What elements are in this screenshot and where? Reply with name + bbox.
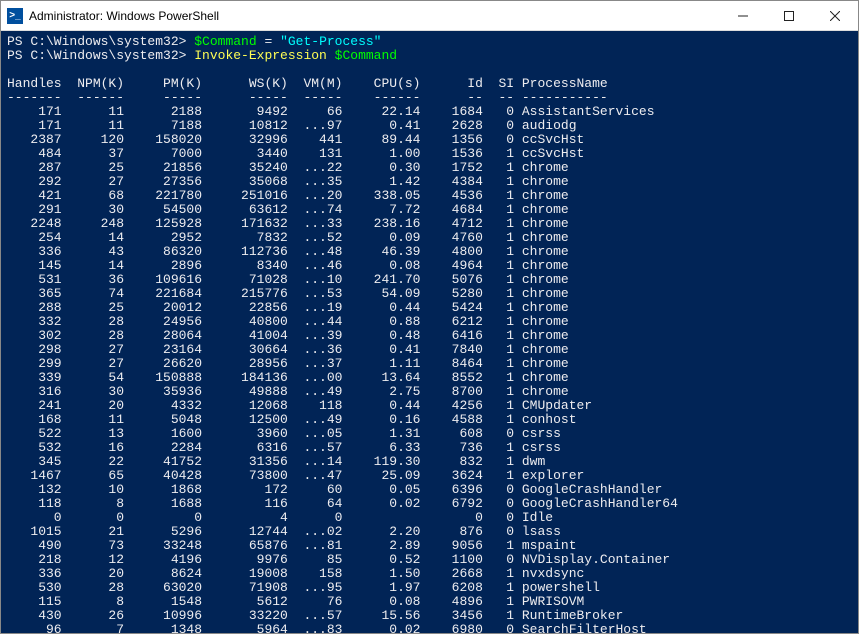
table-row: 484 37 7000 3440 131 1.00 1536 1 ccSvcHs…: [7, 147, 852, 161]
table-row: 339 54 150888 184136 ...00 13.64 8552 1 …: [7, 371, 852, 385]
table-row: 490 73 33248 65876 ...81 2.89 9056 1 msp…: [7, 539, 852, 553]
table-row: 302 28 28064 41004 ...39 0.48 6416 1 chr…: [7, 329, 852, 343]
table-row: 168 11 5048 12500 ...49 0.16 4588 1 conh…: [7, 413, 852, 427]
table-row: 96 7 1348 5964 ...83 0.02 6980 0 SearchF…: [7, 623, 852, 633]
table-row: 171 11 2188 9492 66 22.14 1684 0 Assista…: [7, 105, 852, 119]
table-row: 299 27 26620 28956 ...37 1.11 8464 1 chr…: [7, 357, 852, 371]
powershell-icon: >_: [7, 8, 23, 24]
table-row: 421 68 221780 251016 ...20 338.05 4536 1…: [7, 189, 852, 203]
window-controls: [720, 1, 858, 30]
table-row: 522 13 1600 3960 ...05 1.31 608 0 csrss: [7, 427, 852, 441]
table-row: 171 11 7188 10812 ...97 0.41 2628 0 audi…: [7, 119, 852, 133]
table-row: 530 28 63020 71908 ...95 1.97 6208 1 pow…: [7, 581, 852, 595]
table-separator: ------- ------ ----- ----- ----- ------ …: [7, 91, 852, 105]
table-row: 316 30 35936 49888 ...49 2.75 8700 1 chr…: [7, 385, 852, 399]
terminal-output[interactable]: PS C:\Windows\system32> $Command = "Get-…: [1, 31, 858, 633]
table-row: 145 14 2896 8340 ...46 0.08 4964 1 chrom…: [7, 259, 852, 273]
close-button[interactable]: [812, 1, 858, 30]
table-row: 118 8 1688 116 64 0.02 6792 0 GoogleCras…: [7, 497, 852, 511]
table-row: 336 43 86320 112736 ...48 46.39 4800 1 c…: [7, 245, 852, 259]
prompt-line: PS C:\Windows\system32> Invoke-Expressio…: [7, 49, 852, 63]
table-header: Handles NPM(K) PM(K) WS(K) VM(M) CPU(s) …: [7, 77, 852, 91]
table-row: 2248 248 125928 171632 ...33 238.16 4712…: [7, 217, 852, 231]
table-row: 532 16 2284 6316 ...57 6.33 736 1 csrss: [7, 441, 852, 455]
prompt-line: PS C:\Windows\system32> $Command = "Get-…: [7, 35, 852, 49]
table-row: 0 0 0 4 0 0 0 Idle: [7, 511, 852, 525]
table-row: 254 14 2952 7832 ...52 0.09 4760 1 chrom…: [7, 231, 852, 245]
table-row: 132 10 1868 172 60 0.05 6396 0 GoogleCra…: [7, 483, 852, 497]
table-row: 365 74 221684 215776 ...53 54.09 5280 1 …: [7, 287, 852, 301]
window-titlebar: >_ Administrator: Windows PowerShell: [1, 1, 858, 31]
table-row: 1467 65 40428 73800 ...47 25.09 3624 1 e…: [7, 469, 852, 483]
table-row: 291 30 54500 63612 ...74 7.72 4684 1 chr…: [7, 203, 852, 217]
table-row: 288 25 20012 22856 ...19 0.44 5424 1 chr…: [7, 301, 852, 315]
table-row: 345 22 41752 31356 ...14 119.30 832 1 dw…: [7, 455, 852, 469]
minimize-button[interactable]: [720, 1, 766, 30]
table-row: 292 27 27356 35068 ...35 1.42 4384 1 chr…: [7, 175, 852, 189]
maximize-button[interactable]: [766, 1, 812, 30]
table-row: 2387 120 158020 32996 441 89.44 1356 0 c…: [7, 133, 852, 147]
table-row: 336 20 8624 19008 158 1.50 2668 1 nvxdsy…: [7, 567, 852, 581]
table-row: 298 27 23164 30664 ...36 0.41 7840 1 chr…: [7, 343, 852, 357]
table-row: 531 36 109616 71028 ...10 241.70 5076 1 …: [7, 273, 852, 287]
table-row: 1015 21 5296 12744 ...02 2.20 876 0 lsas…: [7, 525, 852, 539]
window-title: Administrator: Windows PowerShell: [29, 9, 720, 23]
table-row: 241 20 4332 12068 118 0.44 4256 1 CMUpda…: [7, 399, 852, 413]
table-row: 115 8 1548 5612 76 0.08 4896 1 PWRISOVM: [7, 595, 852, 609]
table-row: 218 12 4196 9976 85 0.52 1100 0 NVDispla…: [7, 553, 852, 567]
table-row: 430 26 10996 33220 ...57 15.56 3456 1 Ru…: [7, 609, 852, 623]
table-row: 332 28 24956 40800 ...44 0.88 6212 1 chr…: [7, 315, 852, 329]
table-row: 287 25 21856 35240 ...22 0.30 1752 1 chr…: [7, 161, 852, 175]
